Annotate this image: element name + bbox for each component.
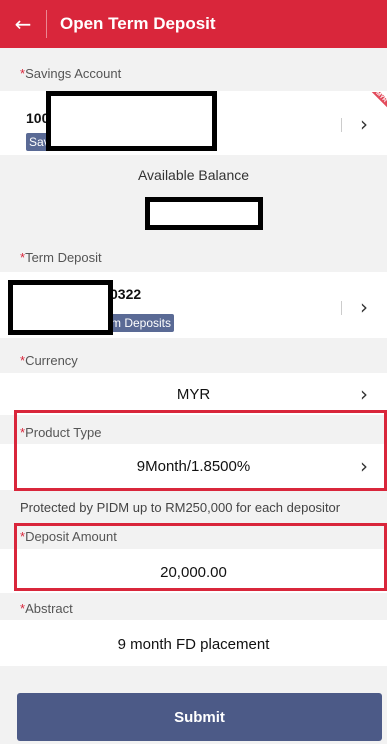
currency-ribbon: MYR (365, 92, 387, 114)
currency-value: MYR (176, 386, 211, 403)
abstract-label: *Abstract (20, 601, 73, 616)
savings-chevron-right-icon[interactable]: › (360, 114, 378, 134)
available-balance-label: Available Balance (137, 167, 250, 183)
currency-chevron-right-icon[interactable]: › (360, 384, 378, 404)
abstract-value[interactable]: 9 month FD placement (0, 636, 387, 653)
term-deposit-label: *Term Deposit (20, 250, 102, 265)
savings-separator (341, 118, 342, 132)
back-arrow-icon[interactable]: ← (0, 0, 46, 48)
pidm-protection-note: Protected by PIDM up to RM250,000 for ea… (20, 500, 341, 515)
submit-button[interactable]: Submit (17, 693, 382, 741)
page-title: Open Term Deposit (60, 14, 216, 33)
redaction-box-savings-account (46, 91, 217, 151)
redaction-box-balance (145, 197, 263, 230)
term-deposit-account-number: 0322 (110, 286, 142, 302)
header-divider (46, 10, 47, 38)
savings-account-label: *Savings Account (20, 66, 122, 81)
term-deposit-separator (341, 301, 342, 315)
term-deposit-chevron-right-icon[interactable]: › (360, 297, 378, 317)
app-header: ← Open Term Deposit (0, 0, 387, 48)
term-deposit-type-chip: rm Deposits (104, 314, 175, 332)
highlight-deposit-amount (14, 523, 387, 591)
currency-label: *Currency (20, 353, 78, 368)
highlight-product-type (14, 410, 387, 491)
redaction-box-term-deposit (8, 280, 113, 335)
